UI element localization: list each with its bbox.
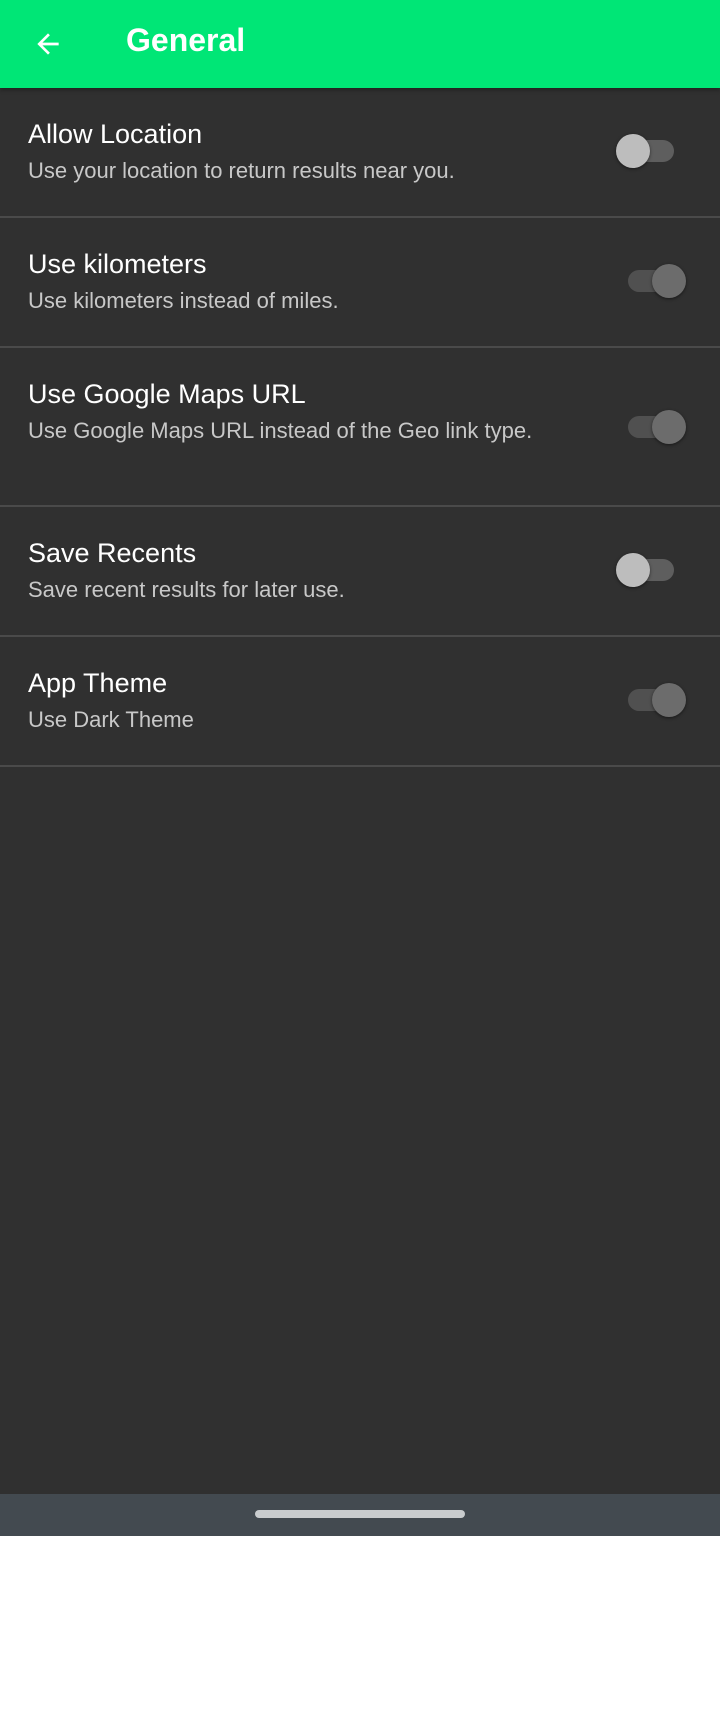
save-recents-switch[interactable] — [616, 547, 686, 591]
switch-thumb — [616, 553, 650, 587]
pref-text: Use Google Maps URL Use Google Maps URL … — [28, 378, 548, 445]
pref-text: Save Recents Save recent results for lat… — [28, 537, 548, 604]
system-nav-bar — [0, 1494, 720, 1536]
allow-location-switch[interactable] — [616, 128, 686, 172]
back-button[interactable] — [16, 12, 80, 76]
switch-thumb — [652, 410, 686, 444]
pref-summary: Use Dark Theme — [28, 707, 194, 732]
pref-summary: Use your location to return results near… — [28, 158, 455, 183]
pref-title: Use kilometers — [28, 249, 207, 279]
pref-summary: Use Google Maps URL instead of the Geo l… — [28, 418, 533, 443]
pref-title: Save Recents — [28, 538, 197, 568]
pref-text: Allow Location Use your location to retu… — [28, 118, 548, 185]
pref-summary: Use kilometers instead of miles. — [28, 288, 339, 313]
app-theme-switch[interactable] — [616, 677, 686, 721]
screen: General Allow Location Use your location… — [0, 0, 720, 1712]
pref-use-kilometers[interactable]: Use kilometers Use kilometers instead of… — [0, 218, 720, 348]
pref-title: App Theme — [28, 668, 168, 698]
pref-allow-location[interactable]: Allow Location Use your location to retu… — [0, 88, 720, 218]
settings-screen: General Allow Location Use your location… — [0, 0, 720, 1494]
pref-text: App Theme Use Dark Theme — [28, 667, 548, 734]
use-kilometers-switch[interactable] — [616, 258, 686, 302]
switch-thumb — [652, 683, 686, 717]
switch-thumb — [616, 134, 650, 168]
gesture-handle[interactable] — [255, 1510, 465, 1518]
pref-title: Use Google Maps URL — [28, 379, 306, 409]
pref-save-recents[interactable]: Save Recents Save recent results for lat… — [0, 507, 720, 637]
pref-use-google-maps-url[interactable]: Use Google Maps URL Use Google Maps URL … — [0, 348, 720, 507]
arrow-left-icon — [37, 33, 59, 55]
pref-title: Allow Location — [28, 119, 203, 149]
pref-app-theme[interactable]: App Theme Use Dark Theme — [0, 637, 720, 767]
pref-text: Use kilometers Use kilometers instead of… — [28, 248, 548, 315]
use-google-maps-url-switch[interactable] — [616, 404, 686, 448]
app-bar: General — [0, 0, 720, 88]
pref-summary: Save recent results for later use. — [28, 577, 345, 602]
switch-thumb — [652, 264, 686, 298]
page-title: General — [126, 22, 246, 58]
preference-list: Allow Location Use your location to retu… — [0, 88, 720, 767]
